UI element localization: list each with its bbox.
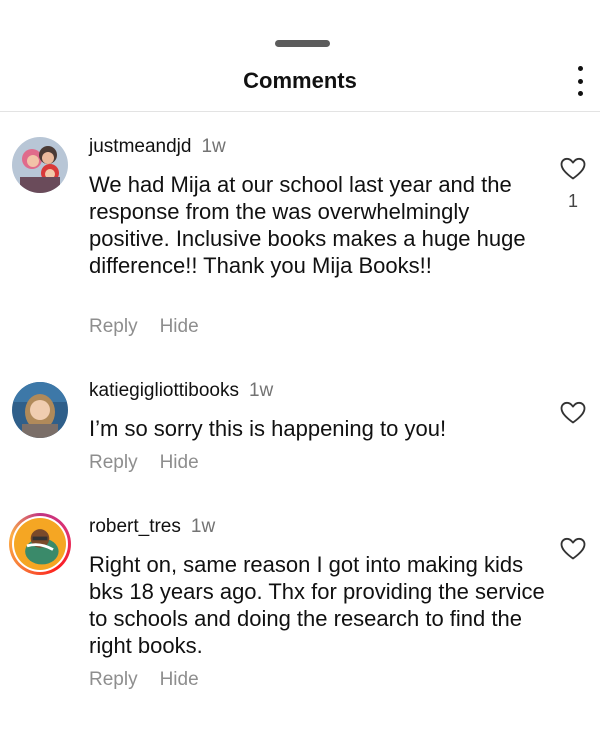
comment-meta: justmeandjd 1w [89, 136, 226, 158]
sheet-drag-handle[interactable] [275, 40, 330, 47]
reply-button[interactable]: Reply [89, 452, 138, 473]
avatar[interactable] [9, 513, 71, 575]
comment-time: 1w [248, 380, 274, 401]
comment-username[interactable]: katiegigliottibooks [89, 380, 239, 401]
heart-outline-icon[interactable] [560, 401, 586, 425]
comment-username[interactable]: justmeandjd [89, 136, 191, 157]
comment-actions: Reply Hide [89, 316, 199, 338]
more-options-icon[interactable] [572, 66, 588, 96]
hide-button[interactable]: Hide [160, 452, 199, 473]
comment-text: I’m so sorry this is happening to you! [89, 416, 447, 441]
avatar[interactable] [12, 137, 68, 193]
heart-outline-icon[interactable] [560, 157, 586, 181]
comments-header: Comments [0, 60, 600, 112]
heart-outline-icon[interactable] [560, 537, 586, 561]
reply-button[interactable]: Reply [89, 669, 138, 690]
comment-time: 1w [190, 516, 216, 537]
comment-actions: Reply Hide [89, 452, 199, 474]
hide-button[interactable]: Hide [160, 316, 199, 337]
comment-meta: robert_tres 1w [89, 516, 215, 538]
avatar[interactable] [12, 382, 68, 438]
comment-text: Right on, same reason I got into making … [89, 552, 545, 658]
reply-button[interactable]: Reply [89, 316, 138, 337]
comment-text: We had Mija at our school last year and … [89, 172, 526, 278]
like-count: 1 [567, 191, 578, 211]
hide-button[interactable]: Hide [160, 669, 199, 690]
comment-actions: Reply Hide [89, 669, 199, 691]
comment-time: 1w [201, 136, 226, 157]
comment-meta: katiegigliottibooks 1w [89, 380, 273, 402]
page-title: Comments [243, 68, 357, 93]
comment-username[interactable]: robert_tres [89, 516, 181, 537]
